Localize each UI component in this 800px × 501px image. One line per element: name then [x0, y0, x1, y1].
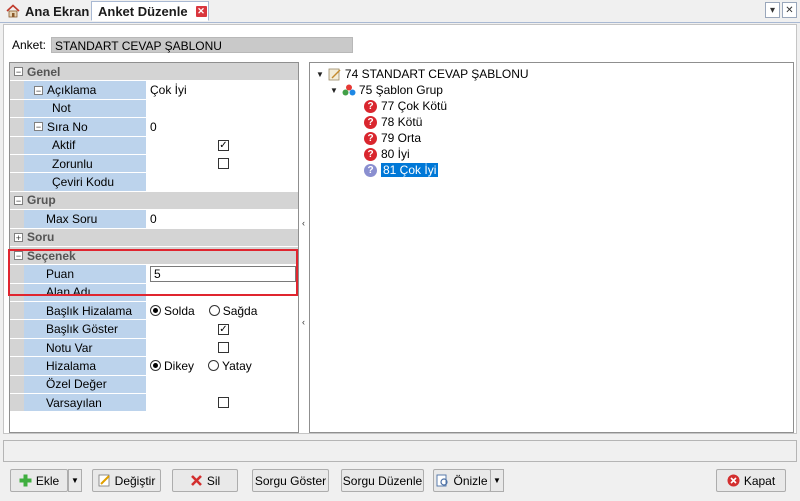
tab-anket-duzenle[interactable]: Anket Düzenle ✕ — [91, 1, 209, 21]
expand-triangle-icon[interactable]: ▼ — [330, 86, 338, 95]
anket-row: Anket: STANDART CEVAP ŞABLONU — [12, 35, 792, 55]
prop-hizalama[interactable]: Hizalama Dikey Yatay — [10, 357, 298, 376]
expand-triangle-icon[interactable]: ▼ — [316, 70, 324, 79]
prop-puan[interactable]: Puan 5 — [10, 265, 298, 284]
edit-icon — [98, 474, 110, 487]
category-secenek[interactable]: − Seçenek — [10, 246, 298, 266]
tree-item-selected[interactable]: ? 81 Çok İyi — [364, 162, 439, 178]
prop-notuvar[interactable]: Notu Var — [10, 338, 298, 358]
question-icon: ? — [364, 163, 377, 177]
plus-icon — [19, 474, 32, 487]
ekle-dropdown[interactable]: ▼ — [68, 469, 82, 492]
collapse-icon[interactable]: − — [14, 67, 23, 77]
close-circle-icon — [727, 474, 740, 487]
collapse-icon[interactable]: − — [34, 85, 43, 95]
sorgu-goster-button[interactable]: Sorgu Göster — [252, 469, 329, 492]
prop-sirano[interactable]: − Sıra No 0 — [10, 118, 298, 137]
prop-not[interactable]: Not — [10, 99, 298, 119]
ekle-button[interactable]: Ekle — [10, 469, 68, 492]
radio-sagda[interactable]: Sağda — [208, 304, 257, 318]
anket-label: Anket: — [12, 38, 47, 52]
question-icon: ? — [364, 147, 377, 161]
tab-label: Anket Düzenle — [98, 3, 188, 19]
chevron-left-icon[interactable]: ‹ — [302, 218, 308, 228]
chevron-left-icon[interactable]: ‹ — [302, 317, 308, 327]
sil-button[interactable]: Sil — [172, 469, 238, 492]
ozeldeger-value[interactable] — [146, 375, 298, 394]
aciklama-value[interactable]: Çok İyi — [146, 81, 298, 99]
notuvar-checkbox[interactable] — [218, 342, 229, 354]
home-icon — [6, 4, 20, 18]
prop-alanadi[interactable]: Alan Adı — [10, 283, 298, 303]
question-icon: ? — [364, 131, 377, 145]
tab-label: Ana Ekran — [25, 3, 90, 19]
tree-item[interactable]: ? 78 Kötü — [364, 114, 422, 130]
expand-icon[interactable]: + — [14, 232, 23, 242]
onizle-button[interactable]: Önizle — [433, 469, 491, 492]
category-grup[interactable]: − Grup — [10, 191, 298, 211]
delete-icon — [190, 475, 202, 486]
prop-ozeldeger[interactable]: Özel Değer — [10, 375, 298, 395]
tree-root[interactable]: ▼ 74 STANDART CEVAP ŞABLONU — [316, 66, 529, 82]
prop-aktif[interactable]: Aktif ✓ — [10, 136, 298, 155]
group-icon — [342, 84, 356, 96]
ceviri-value[interactable] — [146, 173, 298, 191]
status-bar — [3, 440, 797, 462]
maxsoru-value[interactable]: 0 — [146, 210, 298, 228]
prop-varsayilan[interactable]: Varsayılan — [10, 394, 298, 413]
button-bar: Ekle ▼ Değiştir Sil Sorgu Göster Sorgu D… — [0, 465, 800, 501]
tree-item[interactable]: ? 79 Orta — [364, 130, 421, 146]
prop-aciklama[interactable]: − Açıklama Çok İyi — [10, 81, 298, 100]
sorgu-duzenle-button[interactable]: Sorgu Düzenle — [341, 469, 424, 492]
anket-field: STANDART CEVAP ŞABLONU — [51, 37, 354, 53]
close-icon[interactable]: ✕ — [782, 2, 797, 18]
main-panel: Anket: STANDART CEVAP ŞABLONU − Genel − A… — [3, 24, 797, 434]
question-icon: ? — [364, 99, 377, 113]
tab-bar: Ana Ekran Anket Düzenle ✕ ▾ ✕ — [0, 0, 800, 23]
collapse-icon[interactable]: − — [34, 122, 43, 132]
degistir-button[interactable]: Değiştir — [92, 469, 161, 492]
tree-group[interactable]: ▼ 75 Şablon Grup — [330, 82, 443, 98]
radio-yatay[interactable]: Yatay — [208, 359, 252, 373]
property-grid: − Genel − Açıklama Çok İyi Not − Sıra No 0… — [9, 62, 299, 433]
zorunlu-checkbox[interactable] — [218, 158, 229, 170]
preview-icon — [437, 474, 449, 487]
kapat-button[interactable]: Kapat — [716, 469, 786, 492]
varsayilan-checkbox[interactable] — [218, 397, 229, 409]
sirano-value[interactable]: 0 — [146, 118, 298, 136]
onizle-dropdown[interactable]: ▼ — [490, 469, 504, 492]
question-icon: ? — [364, 115, 377, 129]
alanadi-value[interactable] — [146, 283, 298, 302]
prop-zorunlu[interactable]: Zorunlu — [10, 154, 298, 174]
close-icon[interactable]: ✕ — [195, 5, 207, 17]
tab-ana-ekran[interactable]: Ana Ekran — [2, 1, 94, 21]
aktif-checkbox[interactable]: ✓ — [218, 139, 229, 151]
splitter[interactable]: ‹ ‹ — [301, 62, 309, 433]
category-soru[interactable]: + Soru — [10, 228, 298, 247]
puan-input[interactable]: 5 — [150, 265, 296, 282]
baslikgoster-checkbox[interactable]: ✓ — [218, 323, 229, 335]
tree-view: ▼ 74 STANDART CEVAP ŞABLONU ▼ 75 Şablon … — [309, 62, 794, 433]
radio-solda[interactable]: Solda — [150, 304, 195, 318]
prop-baslikgoster[interactable]: Başlık Göster ✓ — [10, 320, 298, 339]
collapse-icon[interactable]: − — [14, 251, 23, 261]
prop-ceviri[interactable]: Çeviri Kodu — [10, 173, 298, 192]
category-genel[interactable]: − Genel — [10, 63, 298, 82]
tree-item[interactable]: ? 77 Çok Kötü — [364, 98, 447, 114]
document-icon — [328, 68, 341, 80]
chevron-down-icon[interactable]: ▾ — [765, 2, 780, 18]
prop-maxsoru[interactable]: Max Soru 0 — [10, 210, 298, 229]
collapse-icon[interactable]: − — [14, 195, 23, 205]
not-value[interactable] — [146, 99, 298, 118]
prop-baslikhizalama[interactable]: Başlık Hizalama Solda Sağda — [10, 302, 298, 321]
radio-dikey[interactable]: Dikey — [150, 359, 194, 373]
tree-item[interactable]: ? 80 İyi — [364, 146, 410, 162]
